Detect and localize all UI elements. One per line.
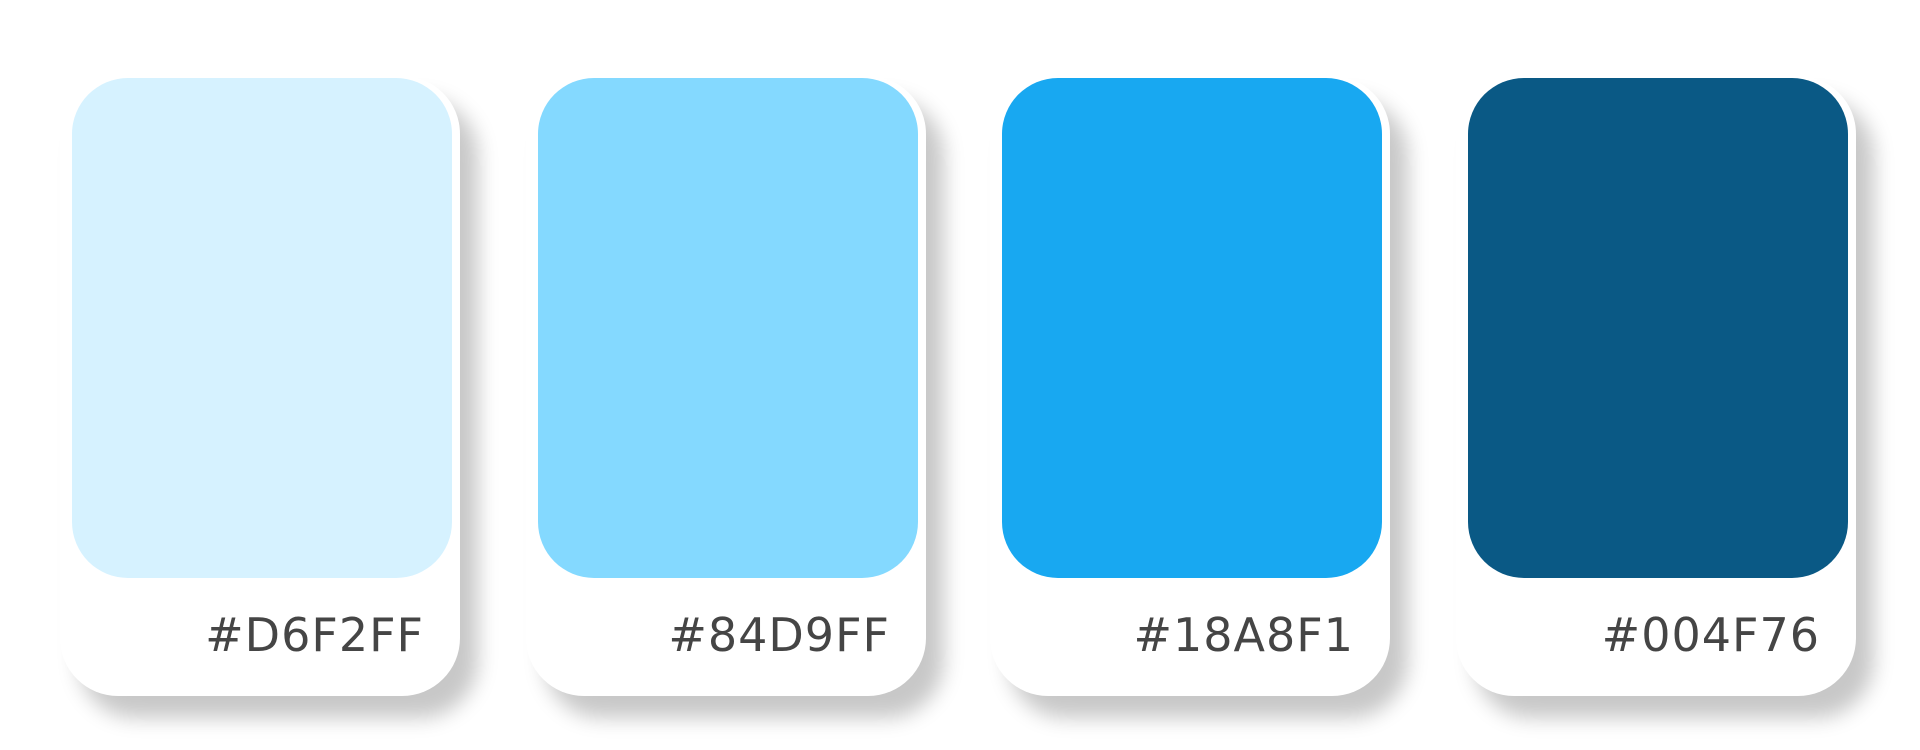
swatch-card-2: #84D9FF xyxy=(526,76,926,696)
color-swatch xyxy=(1468,78,1848,578)
hex-code-label: #004F76 xyxy=(1601,608,1820,662)
color-palette: #D6F2FF #84D9FF #18A8F1 #004F76 xyxy=(0,0,1920,750)
swatch-card-1: #D6F2FF xyxy=(60,76,460,696)
color-swatch xyxy=(1002,78,1382,578)
hex-code-label: #18A8F1 xyxy=(1133,608,1354,662)
color-swatch xyxy=(538,78,918,578)
hex-code-label: #84D9FF xyxy=(668,608,890,662)
swatch-card-4: #004F76 xyxy=(1456,76,1856,696)
hex-code-label: #D6F2FF xyxy=(205,608,424,662)
swatch-card-3: #18A8F1 xyxy=(990,76,1390,696)
color-swatch xyxy=(72,78,452,578)
